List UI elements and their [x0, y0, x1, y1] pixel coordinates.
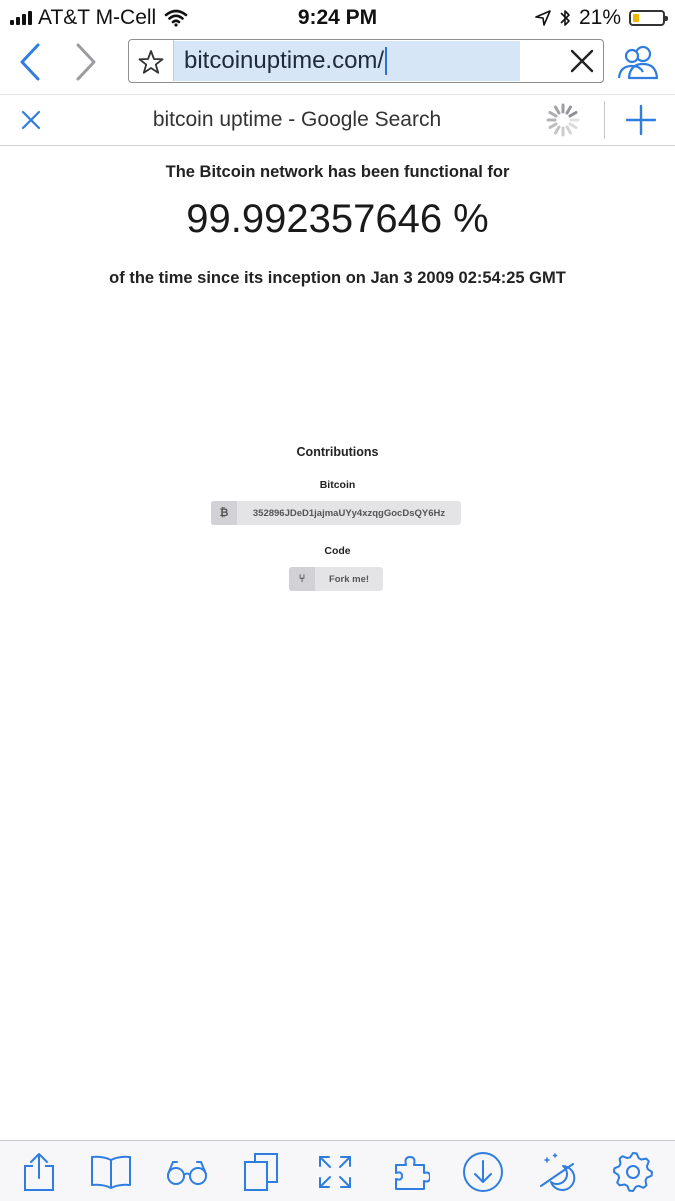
- new-tab-button[interactable]: [612, 95, 670, 145]
- close-tab-icon: [20, 109, 42, 131]
- bookmark-star-icon[interactable]: [137, 48, 165, 76]
- bitcoin-address-button[interactable]: ₿ 352896JDeD1jajmaUYy4xzqgGocDsQY6Hz: [211, 501, 461, 525]
- back-button[interactable]: [10, 42, 50, 82]
- addons-puzzle-icon: [392, 1153, 430, 1191]
- contributions-heading: Contributions: [296, 445, 379, 459]
- navigation-bar: bitcoinuptime.com/: [0, 36, 675, 90]
- battery-percent: 21%: [578, 6, 621, 29]
- url-input[interactable]: bitcoinuptime.com/: [174, 41, 520, 81]
- text-cursor: [385, 47, 388, 75]
- clear-icon[interactable]: [567, 46, 597, 76]
- forward-icon: [74, 42, 98, 82]
- settings-gear-icon: [612, 1151, 654, 1193]
- downloads-button[interactable]: [460, 1149, 506, 1195]
- tab-bar: bitcoin uptime - Google Search: [0, 94, 675, 146]
- share-button[interactable]: [16, 1149, 62, 1195]
- code-label: Code: [324, 545, 351, 557]
- bitcoin-address: 352896JDeD1jajmaUYy4xzqgGocDsQY6Hz: [252, 507, 446, 519]
- night-mode-button[interactable]: [534, 1149, 580, 1195]
- fork-me-button[interactable]: ⑂ Fork me!: [289, 567, 383, 591]
- fork-icon: ⑂: [289, 567, 315, 591]
- bluetooth-icon: [559, 8, 571, 28]
- new-tab-icon: [625, 104, 657, 136]
- loading-spinner-icon: [546, 103, 580, 137]
- night-mode-icon: [537, 1152, 577, 1192]
- status-bar: AT&T M-Cell 9:24 PM 21%: [0, 0, 675, 36]
- close-tab-button[interactable]: [0, 95, 62, 145]
- bottom-toolbar: [0, 1140, 675, 1201]
- tab-title[interactable]: bitcoin uptime - Google Search: [62, 95, 532, 145]
- downloads-icon: [462, 1151, 504, 1193]
- tab-divider: [604, 101, 605, 139]
- status-right: 21%: [535, 6, 668, 30]
- url-text: bitcoinuptime.com/: [184, 47, 385, 74]
- fork-me-label: Fork me!: [328, 573, 370, 585]
- fullscreen-icon: [317, 1154, 353, 1190]
- bookmarks-button[interactable]: [88, 1149, 134, 1195]
- reading-list-button[interactable]: [164, 1149, 210, 1195]
- forward-button[interactable]: [66, 42, 106, 82]
- tabs-button[interactable]: [238, 1149, 284, 1195]
- uptime-percent: 99.992357646 %: [186, 197, 489, 241]
- since-text: of the time since its inception on Jan 3…: [109, 269, 566, 287]
- reading-glasses-icon: [165, 1157, 209, 1187]
- share-icon: [22, 1152, 56, 1192]
- address-field[interactable]: bitcoinuptime.com/: [128, 39, 604, 83]
- settings-button[interactable]: [610, 1149, 656, 1195]
- location-icon: [535, 10, 551, 26]
- bitcoin-icon: ₿: [211, 501, 237, 525]
- bookmarks-book-icon: [89, 1154, 133, 1190]
- people-icon: [615, 42, 661, 82]
- addons-button[interactable]: [388, 1149, 434, 1195]
- tabs-copy-icon: [243, 1152, 279, 1192]
- headline: The Bitcoin network has been functional …: [165, 163, 510, 181]
- bitcoin-label: Bitcoin: [319, 479, 356, 491]
- back-icon: [18, 42, 42, 82]
- battery-icon: [629, 10, 668, 26]
- fullscreen-button[interactable]: [312, 1149, 358, 1195]
- profiles-button[interactable]: [614, 42, 662, 82]
